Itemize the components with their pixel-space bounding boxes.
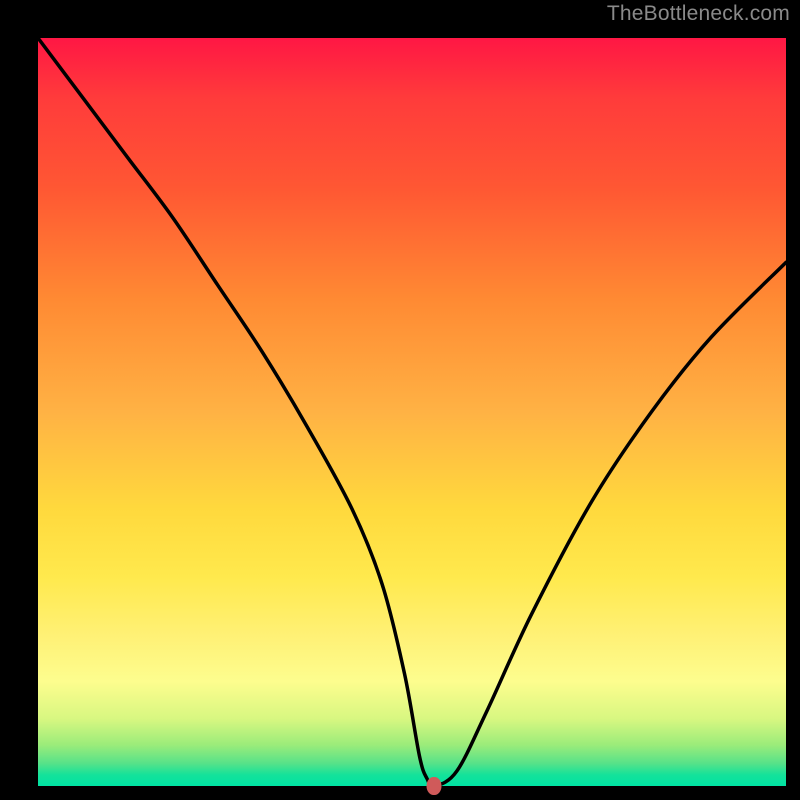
watermark-text: TheBottleneck.com: [607, 2, 790, 26]
chart-plot-area: [38, 38, 786, 786]
optimal-point-marker: [427, 777, 442, 795]
bottleneck-curve: [38, 38, 786, 786]
chart-frame: [12, 12, 788, 788]
